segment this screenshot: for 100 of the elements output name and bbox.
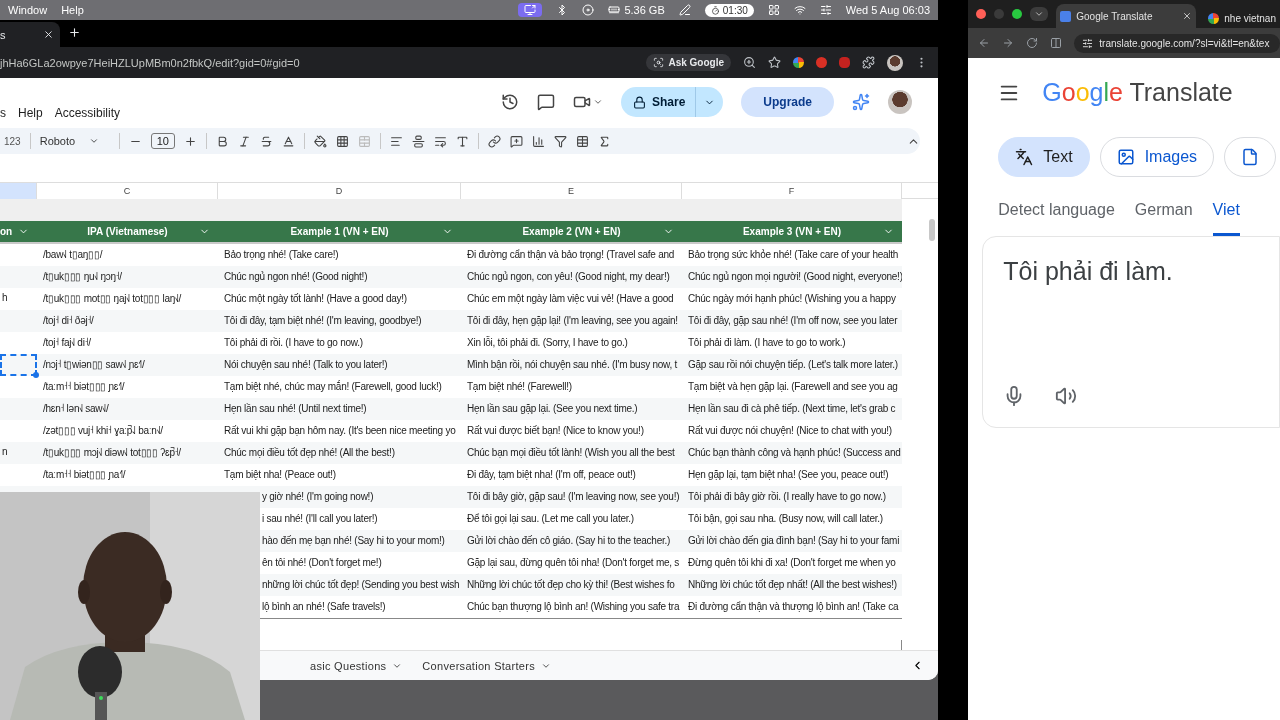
table-cell-text: Gửi lời chào đến cô giáo. (Say hi to the teacher.): [466, 534, 672, 548]
window-zoom-button[interactable]: [1012, 9, 1023, 19]
column-header[interactable]: D: [218, 183, 461, 199]
browser-tab[interactable]: Google Translate: [1056, 4, 1197, 28]
language-tab[interactable]: German: [1134, 201, 1193, 236]
language-tab[interactable]: Detect language: [998, 201, 1115, 236]
menu-item[interactable]: s: [0, 106, 6, 120]
control-center-icon[interactable]: [819, 4, 832, 16]
table-cell-text: Hẹn lần sau nhé! (Until next time!): [223, 402, 368, 416]
rotate-text-icon[interactable]: [455, 134, 469, 148]
menu-item[interactable]: Accessibility: [54, 106, 121, 120]
avatar[interactable]: [888, 90, 912, 114]
upgrade-button[interactable]: Upgrade: [741, 87, 834, 117]
header-cell[interactable]: Example 1 (VN + EN): [218, 221, 461, 242]
address-field[interactable]: jhHa6GLa2owpye7HeiHZLUpMBm0n2fbkQ/edit?gid=0#gid=0: [0, 56, 635, 69]
plus-icon[interactable]: [183, 134, 197, 148]
menu-item[interactable]: Window: [8, 4, 48, 16]
source-text-card[interactable]: Tôi phải đi làm.: [982, 236, 1280, 428]
mode-button[interactable]: Images: [1099, 137, 1215, 177]
star-icon[interactable]: [768, 56, 781, 69]
wifi-icon[interactable]: [793, 4, 806, 16]
table-cell-text: Gửi lời chào đến gia đình bạn! (Say hi to your fami: [687, 534, 901, 548]
borders-icon[interactable]: [335, 134, 349, 148]
italic-icon[interactable]: [237, 134, 251, 148]
wrap-icon[interactable]: [433, 134, 447, 148]
table-cell-text: Rất vui khi gặp bạn hôm nay. (It's been nice meeting yo: [223, 424, 457, 438]
table-cell-text: /nɔj˧ t▯wiən▯▯ saw˧˩ ɲɛ˧˥/: [42, 358, 146, 372]
timer-pill[interactable]: 01:30: [704, 3, 754, 17]
font-select[interactable]: Roboto: [39, 135, 110, 147]
fill-handle[interactable]: [33, 372, 39, 378]
screen-share-icon[interactable]: [518, 3, 543, 17]
header-cell[interactable]: IPA (Vietnamese): [37, 221, 218, 242]
share-button[interactable]: Share: [620, 87, 724, 117]
menu-item[interactable]: Help: [61, 4, 84, 16]
table-cell-text: Tôi đi đây, hẹn gặp lại! (I'm leaving, see you again!: [466, 314, 679, 328]
text-color-icon[interactable]: [281, 134, 295, 148]
site-settings-icon: [1082, 37, 1094, 49]
fill-color-icon[interactable]: [313, 134, 327, 148]
link-icon[interactable]: [487, 134, 501, 148]
chart-icon[interactable]: [531, 134, 545, 148]
format-button[interactable]: 123: [4, 135, 21, 147]
header-cell[interactable]: on: [0, 221, 37, 242]
lock-icon: [632, 95, 646, 109]
history-icon[interactable]: [500, 93, 519, 111]
table-cell-text: Những lời chúc tốt đẹp nhất! (All the best wishes!): [687, 578, 898, 592]
pen-icon[interactable]: [678, 4, 691, 16]
browser-tab[interactable]: s: [0, 22, 60, 47]
table-cell-text: Hẹn lần sau đi cà phê tiếp. (Next time, let's grab c: [687, 402, 897, 416]
reload-icon[interactable]: [1026, 37, 1039, 49]
table-cell[interactable]: n: [0, 442, 37, 464]
column-header[interactable]: C: [37, 183, 218, 199]
sparkle-icon[interactable]: [852, 93, 870, 111]
browser-tab[interactable]: nhe vietnan: [1204, 8, 1280, 28]
window-close-button[interactable]: [976, 9, 987, 19]
avatar[interactable]: [887, 54, 903, 71]
tab-list-icon[interactable]: [1034, 9, 1045, 19]
column-header[interactable]: E: [461, 183, 682, 199]
record-icon[interactable]: [582, 4, 595, 16]
header-cell[interactable]: Example 3 (VN + EN): [682, 221, 902, 242]
table-cell[interactable]: h: [0, 288, 37, 310]
table-cell-text: /zət▯▯▯ vuj˧ khi˧ ɣaːp̚˨˩ baːn˧˩/: [42, 424, 164, 438]
split-view-icon[interactable]: [1050, 37, 1063, 49]
mode-button[interactable]: [1224, 137, 1277, 177]
timer-icon: [710, 5, 720, 15]
zoom-icon[interactable]: [743, 56, 756, 69]
extensions-icon[interactable]: [862, 56, 875, 69]
address-field[interactable]: translate.google.com/?sl=vi&tl=en&tex: [1074, 33, 1280, 53]
new-tab-icon[interactable]: [68, 25, 81, 39]
table-cell-text: Tôi phải đi bây giờ rồi. (I really have to go now.): [687, 490, 887, 504]
forward-icon[interactable]: [1002, 37, 1015, 49]
mode-button[interactable]: Text: [998, 137, 1090, 177]
font-size-field[interactable]: 10: [150, 133, 175, 149]
table-icon[interactable]: [575, 134, 589, 148]
align-icon[interactable]: [389, 134, 403, 148]
table-cell-text: i sau nhé! (I'll call you later!): [261, 512, 379, 526]
speaker-icon[interactable]: [1055, 385, 1078, 407]
table-cell-text: Đừng quên tôi khi đi xa! (Don't forget me when yo: [687, 556, 897, 570]
ask-google-chip[interactable]: Ask Google: [646, 54, 731, 71]
sheet-tab[interactable]: Conversation Starters: [422, 659, 552, 672]
header-cell[interactable]: Example 2 (VN + EN): [461, 221, 682, 242]
menu-item[interactable]: Help: [18, 106, 43, 120]
table-cell-text: Những lời chúc tốt đẹp cho kỳ thi! (Best wishes fo: [466, 578, 676, 592]
comment-icon[interactable]: [536, 93, 555, 111]
add-comment-icon[interactable]: [509, 134, 523, 148]
table-cell-text: Hẹn gặp lại, tạm biệt nha! (See you, peace out!): [687, 468, 890, 482]
close-icon[interactable]: [1182, 11, 1193, 21]
vertical-align-icon[interactable]: [411, 134, 425, 148]
sheet-tab[interactable]: asic Questions: [310, 659, 403, 672]
filter-icon[interactable]: [553, 134, 567, 148]
scrollbar[interactable]: [929, 219, 935, 241]
column-header[interactable]: F: [682, 183, 902, 199]
table-cell-text: Tôi đi bây giờ, gặp sau! (I'm leaving now, see you!): [466, 490, 681, 504]
lens-icon: [653, 57, 665, 68]
extension-icon[interactable]: [793, 57, 804, 68]
language-tab[interactable]: Viet: [1212, 201, 1240, 236]
back-icon[interactable]: [978, 37, 991, 49]
close-icon[interactable]: [43, 29, 54, 40]
caret-icon[interactable]: [592, 97, 603, 107]
strikethrough-icon[interactable]: [259, 134, 273, 148]
grid-icon[interactable]: [767, 4, 780, 16]
